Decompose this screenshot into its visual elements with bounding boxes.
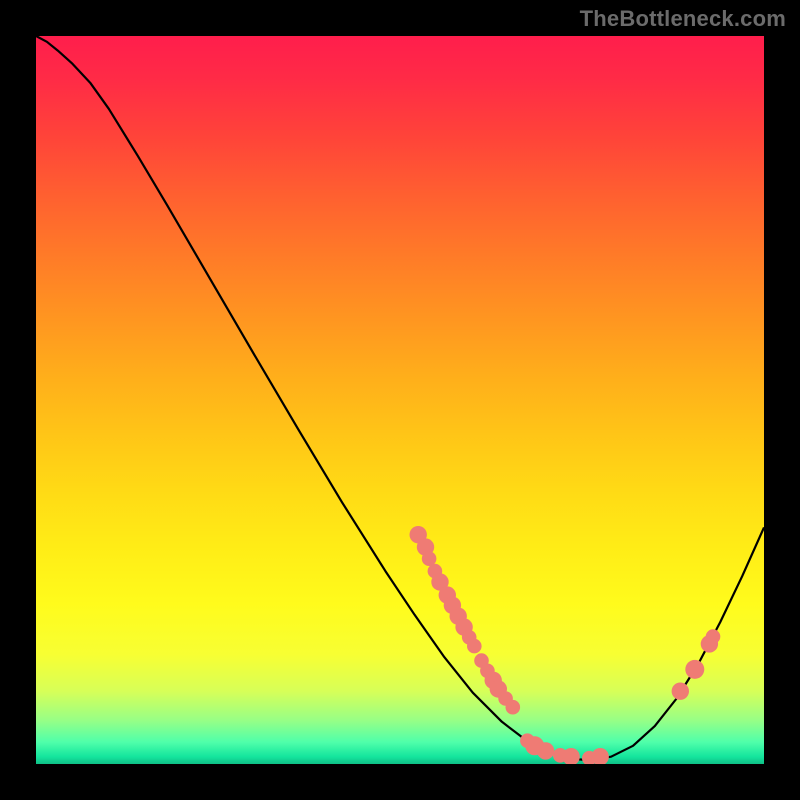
- data-point: [467, 639, 482, 654]
- data-point: [706, 629, 721, 644]
- data-point: [672, 683, 689, 700]
- data-points: [410, 526, 721, 764]
- watermark-text: TheBottleneck.com: [580, 6, 786, 32]
- data-point: [422, 551, 437, 566]
- data-point: [592, 748, 609, 764]
- chart-frame: TheBottleneck.com: [0, 0, 800, 800]
- data-point: [685, 660, 704, 679]
- bottleneck-curve: [36, 36, 764, 760]
- chart-svg: [36, 36, 764, 764]
- data-point: [506, 700, 521, 715]
- data-point: [537, 742, 554, 759]
- plot-area: [36, 36, 764, 764]
